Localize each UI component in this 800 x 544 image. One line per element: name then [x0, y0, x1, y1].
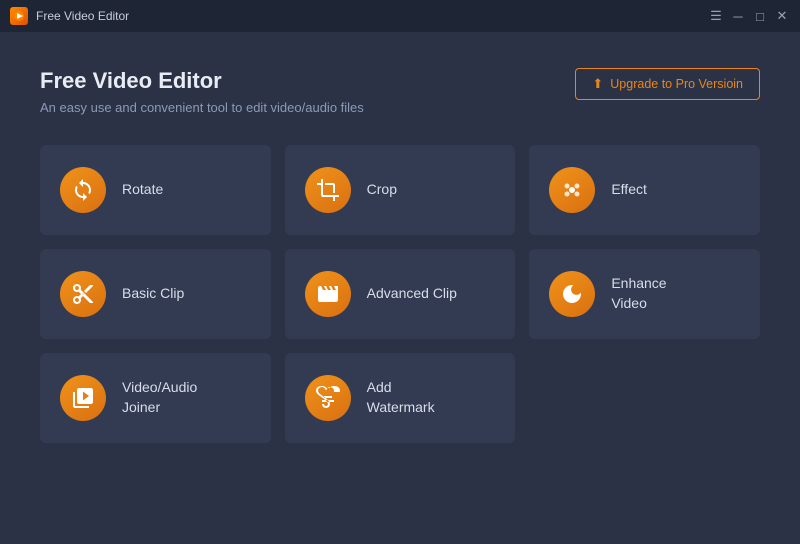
upgrade-label: Upgrade to Pro Versioin [610, 77, 743, 91]
close-btn[interactable]: ✕ [774, 8, 790, 24]
feature-grid: Rotate Crop Effect [40, 145, 760, 443]
header-area: Free Video Editor An easy use and conven… [40, 68, 760, 115]
feature-card-crop[interactable]: Crop [285, 145, 516, 235]
add-watermark-icon-circle [305, 375, 351, 421]
rotate-icon-circle [60, 167, 106, 213]
app-icon [10, 7, 28, 25]
title-bar: Free Video Editor ☰ ─ □ ✕ [0, 0, 800, 32]
crop-icon-circle [305, 167, 351, 213]
feature-card-video-audio-joiner[interactable]: Video/AudioJoiner [40, 353, 271, 443]
basic-clip-icon-circle [60, 271, 106, 317]
advanced-clip-label: Advanced Clip [367, 284, 457, 304]
effect-label: Effect [611, 180, 647, 200]
feature-card-add-watermark[interactable]: AddWatermark [285, 353, 516, 443]
app-info: Free Video Editor An easy use and conven… [40, 68, 364, 115]
minimize-btn[interactable]: ─ [730, 8, 746, 24]
crop-label: Crop [367, 180, 397, 200]
menu-btn[interactable]: ☰ [708, 8, 724, 24]
video-audio-joiner-label: Video/AudioJoiner [122, 378, 197, 417]
basic-clip-label: Basic Clip [122, 284, 184, 304]
feature-card-basic-clip[interactable]: Basic Clip [40, 249, 271, 339]
enhance-video-icon-circle [549, 271, 595, 317]
upgrade-button[interactable]: ⬆ Upgrade to Pro Versioin [575, 68, 760, 100]
feature-card-rotate[interactable]: Rotate [40, 145, 271, 235]
rotate-label: Rotate [122, 180, 163, 200]
app-title-bar: Free Video Editor [36, 9, 129, 23]
window-controls[interactable]: ☰ ─ □ ✕ [708, 8, 790, 24]
advanced-clip-icon-circle [305, 271, 351, 317]
feature-card-enhance-video[interactable]: EnhanceVideo [529, 249, 760, 339]
title-bar-left: Free Video Editor [10, 7, 129, 25]
enhance-video-label: EnhanceVideo [611, 274, 666, 313]
app-main-subtitle: An easy use and convenient tool to edit … [40, 100, 364, 115]
main-content: Free Video Editor An easy use and conven… [0, 32, 800, 473]
feature-card-advanced-clip[interactable]: Advanced Clip [285, 249, 516, 339]
upgrade-icon: ⬆ [592, 76, 603, 92]
add-watermark-label: AddWatermark [367, 378, 435, 417]
effect-icon-circle [549, 167, 595, 213]
video-audio-joiner-icon-circle [60, 375, 106, 421]
maximize-btn[interactable]: □ [752, 8, 768, 24]
feature-card-effect[interactable]: Effect [529, 145, 760, 235]
app-main-title: Free Video Editor [40, 68, 364, 94]
